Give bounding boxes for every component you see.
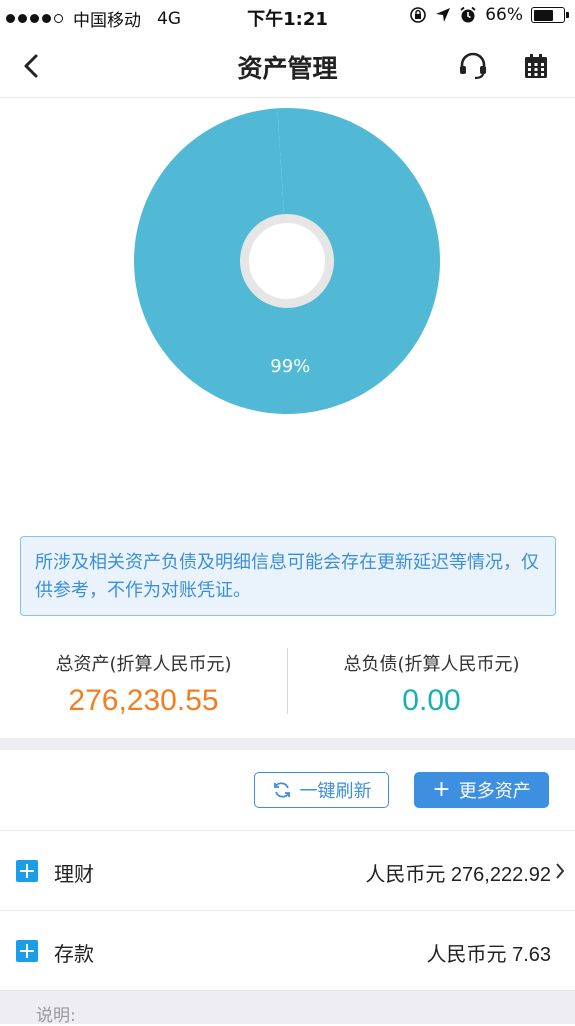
- battery-percent: 66%: [485, 5, 523, 25]
- expand-plus-icon[interactable]: [16, 860, 38, 882]
- section-separator: [0, 738, 575, 750]
- notes-section: 说明:: [0, 990, 575, 1026]
- asset-row-label: 理财: [54, 862, 94, 886]
- asset-row-wealth[interactable]: 理财 人民币元 276,222.92: [0, 830, 575, 910]
- donut-chart: 99%: [133, 108, 440, 414]
- asset-row-label: 存款: [54, 942, 94, 966]
- total-assets-value: 276,230.55: [68, 684, 219, 717]
- location-arrow-icon: [436, 8, 451, 22]
- notes-label: 说明:: [36, 1006, 76, 1026]
- total-debts-value: 0.00: [402, 684, 461, 717]
- asset-row-value: 人民币元 276,222.92: [365, 864, 551, 886]
- disclaimer-notice: 所涉及相关资产负债及明细信息可能会存在更新延迟等情况，仅供参考，不作为对账凭证。: [20, 536, 556, 616]
- refresh-icon: [273, 782, 290, 798]
- more-assets-button[interactable]: + 更多资产: [414, 772, 549, 808]
- refresh-button-label: 一键刷新: [299, 781, 372, 802]
- total-debts-label: 总负债(折算人民币元): [343, 654, 520, 675]
- refresh-button[interactable]: 一键刷新: [254, 772, 389, 808]
- chevron-right-icon[interactable]: [555, 862, 565, 880]
- battery-fill: [533, 9, 553, 21]
- status-bar: 中国移动 4G 下午1:21 66%: [0, 0, 575, 32]
- orientation-lock-icon: [410, 7, 427, 23]
- totals-panel: 总资产(折算人民币元) 276,230.55 总负债(折算人民币元) 0.00: [0, 636, 575, 736]
- headset-icon[interactable]: [456, 50, 490, 82]
- plus-icon: +: [432, 777, 451, 802]
- calendar-icon[interactable]: [522, 52, 550, 80]
- total-assets: 总资产(折算人民币元) 276,230.55: [0, 636, 287, 718]
- pie-slice-label-0: 99%: [270, 356, 310, 377]
- asset-chart: 99%: [0, 99, 575, 529]
- total-assets-label: 总资产(折算人民币元): [55, 654, 232, 675]
- asset-row-value: 人民币元 7.63: [426, 944, 551, 966]
- nav-bar: 资产管理: [0, 32, 575, 98]
- status-right: 66%: [409, 5, 569, 25]
- alarm-clock-icon: [460, 6, 476, 23]
- total-debts: 总负债(折算人民币元) 0.00: [288, 636, 575, 718]
- more-assets-button-label: 更多资产: [458, 781, 531, 802]
- asset-row-deposit[interactable]: 存款 人民币元 7.63: [0, 910, 575, 990]
- donut-hole: [249, 223, 325, 299]
- battery-icon: [531, 7, 569, 23]
- expand-plus-icon[interactable]: [16, 940, 38, 962]
